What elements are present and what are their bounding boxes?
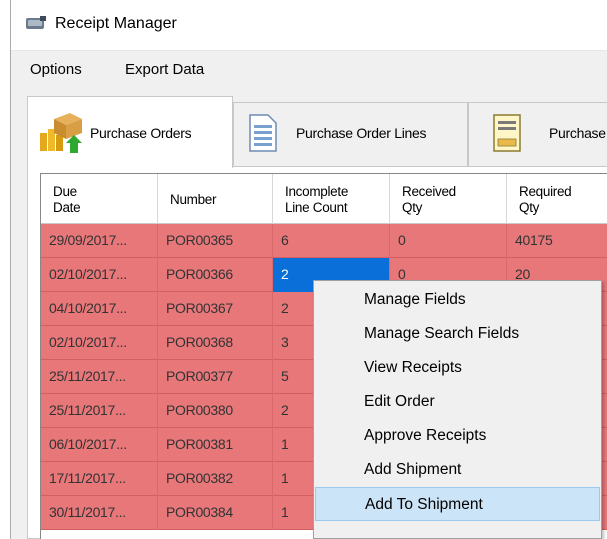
menu-item-approve-receipts[interactable]: Approve Receipts	[314, 419, 601, 453]
app-icon	[26, 16, 46, 29]
menu-item-add-to-shipment[interactable]: Add To Shipment	[315, 487, 600, 521]
tab-purchase[interactable]: Purchase	[468, 102, 607, 168]
column-header-number[interactable]: Number	[158, 174, 273, 224]
menu-item-view-receipts[interactable]: View Receipts	[314, 351, 601, 385]
menu-export-data[interactable]: Export Data	[125, 61, 204, 78]
cell-due-date[interactable]: 25/11/2017...	[41, 394, 158, 428]
header-text: Required	[519, 184, 572, 199]
receipt-icon	[493, 114, 521, 152]
header-text: Date	[53, 200, 81, 215]
cell-number[interactable]: POR00365	[158, 224, 273, 258]
column-header-incomplete-line-count[interactable]: Incomplete Line Count	[273, 174, 390, 224]
column-header-due-date[interactable]: Due Date	[41, 174, 158, 224]
cell-number[interactable]: POR00366	[158, 258, 273, 292]
header-text: Due	[53, 184, 77, 199]
header-text: Qty	[519, 200, 540, 215]
document-list-icon	[249, 114, 277, 152]
cell-number[interactable]: POR00377	[158, 360, 273, 394]
cell-number[interactable]: POR00380	[158, 394, 273, 428]
header-text: Number	[170, 192, 217, 207]
cell-required-qty[interactable]: 40175	[507, 224, 607, 258]
window-title: Receipt Manager	[55, 15, 177, 32]
cell-due-date[interactable]: 04/10/2017...	[41, 292, 158, 326]
header-text: Received	[402, 184, 456, 199]
cell-number[interactable]: POR00384	[158, 496, 273, 530]
grid-header: Due Date Number Incomplete Line Count Re…	[41, 174, 607, 224]
cell-number[interactable]: POR00367	[158, 292, 273, 326]
cell-due-date[interactable]: 17/11/2017...	[41, 462, 158, 496]
context-menu: Manage Fields Manage Search Fields View …	[313, 280, 602, 539]
cell-received-qty[interactable]: 0	[390, 224, 507, 258]
cell-due-date[interactable]: 02/10/2017...	[41, 326, 158, 360]
menu-item-add-shipment[interactable]: Add Shipment	[314, 453, 601, 487]
cell-number[interactable]: POR00381	[158, 428, 273, 462]
tab-label: Purchase Orders	[90, 125, 192, 141]
column-header-required-qty[interactable]: Required Qty	[507, 174, 607, 224]
menu-bar: Options Export Data	[11, 50, 607, 88]
table-row[interactable]: 29/09/2017... POR00365 6 0 40175	[41, 224, 607, 258]
menu-options[interactable]: Options	[30, 61, 82, 78]
cell-due-date[interactable]: 06/10/2017...	[41, 428, 158, 462]
tab-purchase-order-lines[interactable]: Purchase Order Lines	[233, 102, 468, 168]
cell-due-date[interactable]: 29/09/2017...	[41, 224, 158, 258]
menu-item-manage-fields[interactable]: Manage Fields	[314, 283, 601, 317]
header-text: Qty	[402, 200, 423, 215]
tab-label: Purchase Order Lines	[296, 125, 427, 141]
cell-number[interactable]: POR00382	[158, 462, 273, 496]
tab-label: Purchase	[549, 125, 606, 141]
column-header-received-qty[interactable]: Received Qty	[390, 174, 507, 224]
tab-purchase-orders[interactable]: Purchase Orders	[27, 96, 233, 168]
header-text: Line Count	[285, 200, 348, 215]
cell-number[interactable]: POR00368	[158, 326, 273, 360]
boxes-coins-icon	[40, 113, 82, 153]
cell-due-date[interactable]: 02/10/2017...	[41, 258, 158, 292]
menu-item-edit-order[interactable]: Edit Order	[314, 385, 601, 419]
menu-item-manage-search-fields[interactable]: Manage Search Fields	[314, 317, 601, 351]
cell-incomplete-line-count[interactable]: 6	[273, 224, 390, 258]
header-text: Incomplete	[285, 184, 349, 199]
cell-due-date[interactable]: 25/11/2017...	[41, 360, 158, 394]
receipt-manager-window: Receipt Manager Options Export Data Purc…	[10, 0, 607, 539]
cell-due-date[interactable]: 30/11/2017...	[41, 496, 158, 530]
tab-strip: Purchase Orders Purchase Order Lines Pur…	[11, 88, 607, 168]
title-bar: Receipt Manager	[11, 0, 607, 50]
